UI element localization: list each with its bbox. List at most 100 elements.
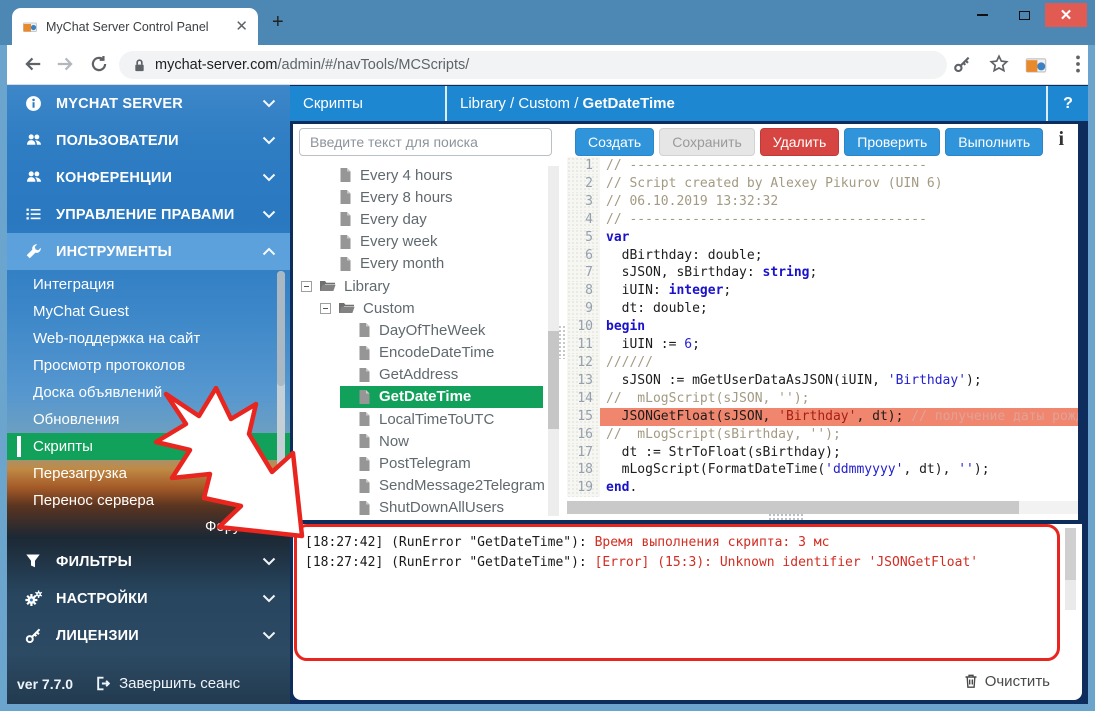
submenu-item[interactable]: Перезагрузка [7,460,290,487]
sidebar-item[interactable]: НАСТРОЙКИ [7,580,290,617]
new-tab-button[interactable]: + [272,11,284,34]
horizontal-splitter-handle[interactable] [768,513,804,522]
tree-item[interactable]: Now [293,430,567,452]
editor-hscrollbar[interactable] [567,501,1078,514]
submenu-item[interactable]: Обновления [7,406,290,433]
line-number: 19 [567,479,600,497]
code-line: 11 iUIN := 6; [567,336,1078,354]
script-editor-panel: СоздатьСохранитьУдалитьПроверитьВыполнит… [567,124,1078,520]
console-scrollbar[interactable] [1065,528,1076,610]
sidebar-footer: ver 7.7.0 Завершить сеанс [7,675,290,692]
forward-arrow-icon[interactable] [55,54,75,79]
kebab-menu-icon[interactable] [1069,53,1087,80]
code-line: 6 dBirthday: double; [567,247,1078,265]
line-number: 14 [567,390,600,408]
key-icon[interactable] [953,55,972,79]
tree-item[interactable]: Every week [293,231,567,253]
tree-item[interactable]: Custom [293,297,567,319]
vertical-splitter-handle[interactable] [558,325,567,359]
mychat-extension-icon[interactable] [1025,54,1047,81]
submenu-item[interactable]: Web-поддержка на сайт [7,325,290,352]
code-editor[interactable]: 1// ------------------------------------… [567,157,1078,498]
forum-link[interactable]: Форум [205,518,274,535]
back-arrow-icon[interactable] [23,54,43,79]
submenu-item[interactable]: Интеграция [7,271,290,298]
tree-item[interactable]: DayOfTheWeek [293,319,567,341]
info-i-icon[interactable]: i [1058,128,1064,151]
line-number: 17 [567,444,600,462]
filter-icon [25,553,42,570]
tree-item[interactable]: Every 4 hours [293,164,567,186]
code-line: 5var [567,229,1078,247]
address-bar[interactable]: mychat-server.com/admin/#/navTools/MCScr… [119,51,947,79]
star-icon[interactable] [989,54,1009,79]
tab-close-icon[interactable]: ✕ [235,19,248,34]
help-button[interactable]: ? [1048,95,1088,113]
close-button[interactable]: ✕ [1045,3,1087,27]
line-number: 2 [567,175,600,193]
tree-item[interactable]: Every 8 hours [293,186,567,208]
clear-console-button[interactable]: Очистить [964,673,1050,690]
tree-item[interactable]: ShutDownAllUsers [293,497,567,519]
submenu-item-label: Просмотр протоколов [33,357,185,374]
create-button[interactable]: Создать [575,128,654,156]
browser-tab[interactable]: MyChat Server Control Panel ✕ [12,8,258,45]
search-input[interactable] [299,128,552,156]
submenu-item[interactable]: Доска объявлений [7,379,290,406]
tree-item[interactable]: EncodeDateTime [293,342,567,364]
code-line: 13 sJSON := mGetUserDataAsJSON(iUIN, 'Bi… [567,372,1078,390]
tree-item[interactable]: GetAddress [293,364,567,386]
submenu-item[interactable]: Перенос сервера [7,487,290,514]
minimize-button[interactable] [961,3,1003,27]
gears-icon [25,590,42,607]
tree-collapse-icon[interactable] [301,281,312,292]
sidebar-item[interactable]: ПОЛЬЗОВАТЕЛИ [7,122,290,159]
sidebar-item[interactable]: ФИЛЬТРЫ [7,543,290,580]
check-button[interactable]: Проверить [844,128,940,156]
line-number: 3 [567,193,600,211]
sidebar-item[interactable]: КОНФЕРЕНЦИИ [7,159,290,196]
sidebar-scrollbar[interactable] [277,271,285,521]
line-number: 13 [567,372,600,390]
run-button[interactable]: Выполнить [945,128,1043,156]
sidebar-item[interactable]: ЛИЦЕНЗИИ [7,617,290,654]
file-icon [358,433,371,449]
tree-item[interactable]: SendMessage2Telegram [293,475,567,497]
users-icon [25,169,42,186]
tab-scripts[interactable]: Скрипты [290,95,445,112]
tree-item[interactable]: Every day [293,208,567,230]
sidebar-item[interactable]: УПРАВЛЕНИЕ ПРАВАМИ [7,196,290,233]
sidebar-item[interactable]: ИНСТРУМЕНТЫ [7,233,290,270]
file-icon [358,411,371,427]
tree-item[interactable]: PostTelegram [293,452,567,474]
submenu-item[interactable]: Просмотр протоколов [7,352,290,379]
tree-collapse-icon[interactable] [320,303,331,314]
breadcrumb: Library / Custom / GetDateTime [447,95,1046,112]
sidebar-top-items: MYCHAT SERVERПОЛЬЗОВАТЕЛИКОНФЕРЕНЦИИУПРА… [7,85,290,270]
tree-item[interactable]: LocalTimeToUTC [293,408,567,430]
logout-icon [95,675,112,692]
chevron-down-icon [262,169,276,187]
users-icon [25,132,42,149]
tree-item[interactable]: GetDateTime [293,386,567,408]
window-controls: ✕ [961,3,1087,27]
submenu-item[interactable]: MyChat Guest [7,298,290,325]
tree-item[interactable]: Every month [293,253,567,275]
console-panel: [18:27:42] (RunError "GetDateTime"): Вре… [293,524,1082,700]
tree-item[interactable]: Library [293,275,567,297]
delete-button[interactable]: Удалить [760,128,839,156]
submenu-item[interactable]: Скрипты [7,433,290,460]
file-icon [358,389,371,405]
file-icon [339,167,352,183]
tree-item-label: Library [344,278,390,295]
refresh-icon[interactable] [89,54,109,79]
sidebar-item[interactable]: MYCHAT SERVER [7,85,290,122]
maximize-button[interactable] [1003,3,1045,27]
page-header: Скрипты Library / Custom / GetDateTime ? [290,86,1088,121]
code-line: 3// 06.10.2019 13:32:32 [567,193,1078,211]
line-number: 7 [567,264,600,282]
code-line: 18 mLogScript(FormatDateTime('ddmmyyyy',… [567,461,1078,479]
chevron-down-icon [262,206,276,224]
logout-button[interactable]: Завершить сеанс [95,675,240,692]
code-line: 2// Script created by Alexey Pikurov (UI… [567,175,1078,193]
